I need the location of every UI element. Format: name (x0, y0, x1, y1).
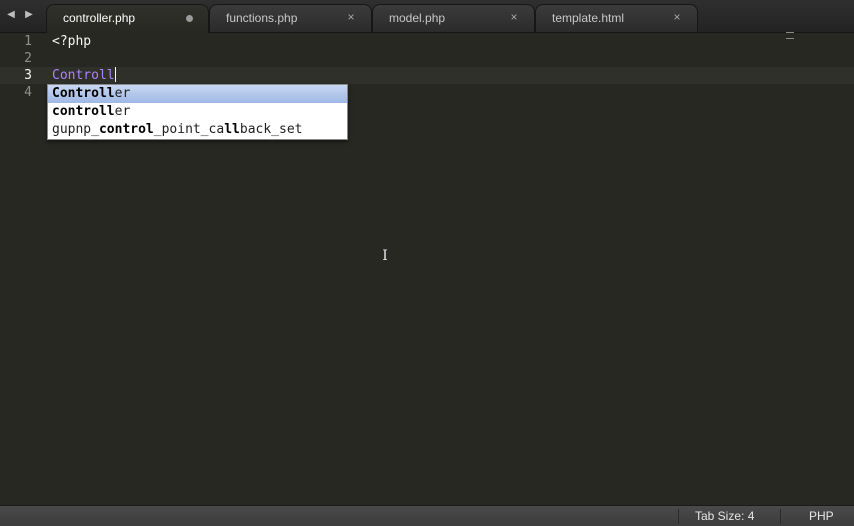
close-icon[interactable]: × (345, 10, 357, 24)
tab-size-indicator[interactable]: Tab Size: 4 (695, 509, 754, 523)
tab-model-php[interactable]: model.php × (372, 4, 535, 32)
match-text: control (98, 122, 154, 137)
line-number: 1 (24, 34, 32, 49)
tab-bar: ◀ ▶ controller.php functions.php × model… (0, 0, 854, 33)
line-number-current: 3 (24, 68, 32, 83)
match-text: ll (224, 122, 240, 137)
arrow-right-icon[interactable]: ▶ (24, 8, 34, 22)
tab-label: model.php (389, 11, 446, 25)
tab-functions-php[interactable]: functions.php × (209, 4, 372, 32)
completion-text: er (114, 86, 131, 101)
tab-template-html[interactable]: template.html × (535, 4, 698, 32)
autocomplete-item[interactable]: gupnp_control_point_callback_set (48, 121, 347, 139)
typed-text: Controll (52, 68, 115, 83)
line-number: 4 (24, 85, 32, 100)
code-line-1[interactable]: <?php (52, 33, 91, 50)
autocomplete-popup: Controller controller gupnp_control_poin… (47, 84, 348, 140)
completion-text: gupnp_ (52, 122, 99, 137)
code-line-3[interactable]: Controll (52, 67, 116, 84)
text-caret (114, 67, 116, 82)
status-divider (678, 509, 679, 524)
status-divider (780, 509, 781, 524)
unsaved-dot-icon[interactable] (186, 15, 193, 22)
tab-label: functions.php (226, 11, 298, 25)
autocomplete-item-selected[interactable]: Controller (48, 85, 347, 103)
tab-controller-php[interactable]: controller.php (46, 4, 209, 33)
close-icon[interactable]: × (508, 10, 520, 24)
completion-text: er (114, 104, 131, 119)
close-icon[interactable]: × (671, 10, 683, 24)
tab-label: controller.php (63, 11, 136, 25)
arrow-left-icon[interactable]: ◀ (6, 8, 16, 22)
current-line-highlight (0, 67, 854, 84)
minimap[interactable] (786, 32, 794, 39)
match-text: controll (52, 104, 115, 119)
syntax-indicator[interactable]: PHP (809, 509, 834, 523)
text-cursor-icon: I (382, 248, 388, 264)
match-text: Controll (52, 86, 115, 101)
tab-navigation: ◀ ▶ (6, 8, 34, 22)
line-number: 2 (24, 51, 32, 66)
tab-label: template.html (552, 11, 625, 25)
completion-text: _point_ca (153, 122, 225, 137)
completion-text: back_set (239, 122, 303, 137)
status-bar: Tab Size: 4 PHP (0, 505, 854, 526)
autocomplete-item[interactable]: controller (48, 103, 347, 121)
